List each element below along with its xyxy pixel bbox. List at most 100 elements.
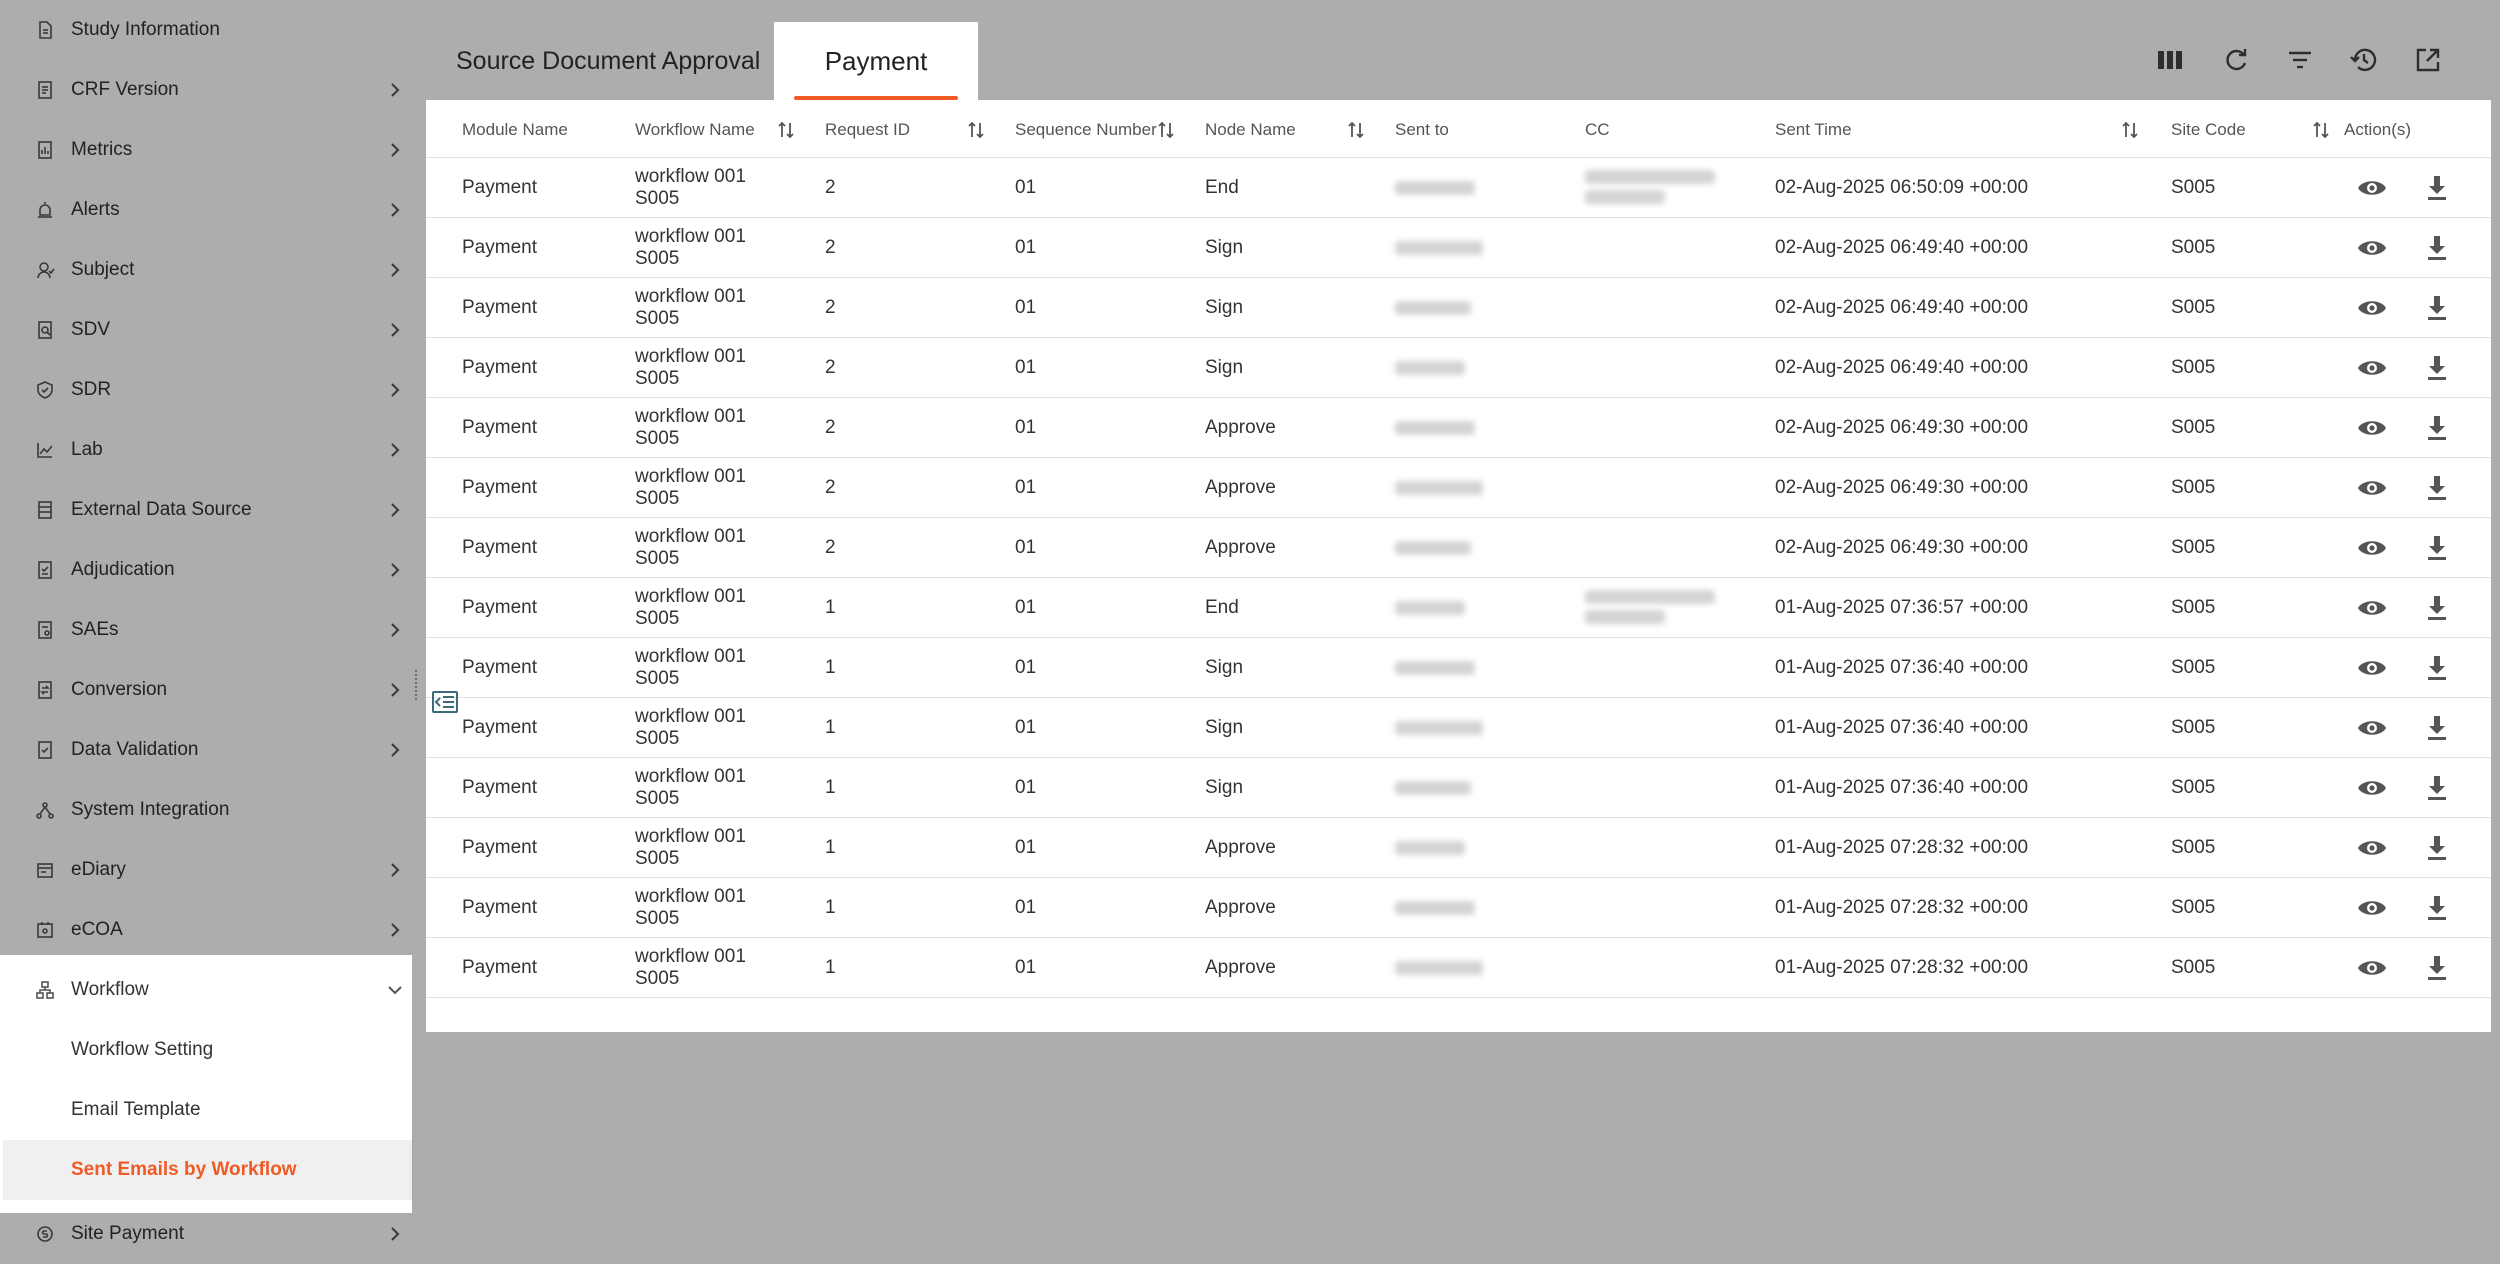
sort-icon[interactable] (776, 118, 796, 142)
view-icon[interactable] (2356, 774, 2388, 802)
download-icon[interactable] (2421, 414, 2453, 442)
sidebar-item-ecoa[interactable]: eCOA (3, 900, 426, 960)
table-row[interactable]: Payment workflow 001 S005 2 01 Sign 02-Au… (426, 338, 2491, 398)
cell-sequence-number: 01 (1015, 237, 1037, 258)
cell-request-id: 2 (825, 417, 836, 438)
download-icon[interactable] (2421, 174, 2453, 202)
view-icon[interactable] (2356, 354, 2388, 382)
redacted-sent-to (1395, 241, 1483, 255)
table-row[interactable]: Payment workflow 001 S005 2 01 End 02-Aug… (426, 158, 2491, 218)
filter-icon[interactable] (2284, 44, 2316, 76)
collapse-sidebar-icon[interactable] (432, 690, 458, 714)
table-row[interactable]: Payment workflow 001 S005 2 01 Approve 02… (426, 518, 2491, 578)
download-icon[interactable] (2421, 654, 2453, 682)
view-icon[interactable] (2356, 534, 2388, 562)
tab-payment[interactable]: Payment (774, 22, 978, 100)
download-icon[interactable] (2421, 894, 2453, 922)
sidebar-subitem-workflow-setting[interactable]: Workflow Setting (3, 1020, 413, 1080)
download-icon[interactable] (2421, 714, 2453, 742)
table-row[interactable]: Payment workflow 001 S005 1 01 Approve 01… (426, 818, 2491, 878)
download-icon[interactable] (2421, 234, 2453, 262)
table-row[interactable]: Payment workflow 001 S005 1 01 Sign 01-Au… (426, 698, 2491, 758)
sort-icon[interactable] (1346, 118, 1366, 142)
columns-icon[interactable] (2154, 44, 2186, 76)
table-row[interactable]: Payment workflow 001 S005 1 01 Approve 01… (426, 878, 2491, 938)
col-cc[interactable]: CC (1585, 120, 1610, 140)
sidebar-item-subject[interactable]: Subject (3, 240, 426, 300)
sidebar-item-adjudication[interactable]: Adjudication (3, 540, 426, 600)
workflow-name-line1: workflow 001 (635, 526, 746, 547)
sidebar-item-metrics[interactable]: Metrics (3, 120, 426, 180)
view-icon[interactable] (2356, 714, 2388, 742)
workflow-name-line1: workflow 001 (635, 406, 746, 427)
sidebar-item-crf-version[interactable]: CRF Version (3, 60, 426, 120)
cell-module-name: Payment (462, 297, 537, 318)
refresh-icon[interactable] (2220, 44, 2252, 76)
sidebar-subitem-label: Workflow Setting (71, 1039, 214, 1060)
col-sequence-number[interactable]: Sequence Number (1015, 120, 1157, 140)
view-icon[interactable] (2356, 594, 2388, 622)
sidebar-item-system-integration[interactable]: System Integration (3, 780, 426, 840)
view-icon[interactable] (2356, 294, 2388, 322)
view-icon[interactable] (2356, 894, 2388, 922)
col-sent-to[interactable]: Sent to (1395, 120, 1449, 140)
cell-node-name: Approve (1205, 897, 1276, 918)
download-icon[interactable] (2421, 474, 2453, 502)
col-node-name[interactable]: Node Name (1205, 120, 1296, 140)
download-icon[interactable] (2421, 354, 2453, 382)
sidebar-item-sdv[interactable]: SDV (3, 300, 426, 360)
sidebar-item-workflow[interactable]: Workflow (3, 960, 426, 1020)
sort-icon[interactable] (966, 118, 986, 142)
sidebar-item-external-data-source[interactable]: External Data Source (3, 480, 426, 540)
redacted-sent-to (1395, 781, 1471, 795)
download-icon[interactable] (2421, 774, 2453, 802)
sidebar-item-conversion[interactable]: Conversion (3, 660, 426, 720)
table-row[interactable]: Payment workflow 001 S005 1 01 Approve 01… (426, 938, 2491, 998)
sidebar-subitem-email-template[interactable]: Email Template (3, 1080, 413, 1140)
table-row[interactable]: Payment workflow 001 S005 2 01 Sign 02-Au… (426, 278, 2491, 338)
sidebar-subitem-sent-emails-by-workflow[interactable]: Sent Emails by Workflow (3, 1140, 413, 1200)
table-row[interactable]: Payment workflow 001 S005 1 01 End 01-Aug… (426, 578, 2491, 638)
cell-module-name: Payment (462, 177, 537, 198)
download-icon[interactable] (2421, 954, 2453, 982)
sort-icon[interactable] (2311, 118, 2331, 142)
table-row[interactable]: Payment workflow 001 S005 1 01 Sign 01-Au… (426, 638, 2491, 698)
sidebar-item-saes[interactable]: SAEs (3, 600, 426, 660)
download-icon[interactable] (2421, 294, 2453, 322)
col-module-name[interactable]: Module Name (462, 120, 568, 140)
sort-icon[interactable] (1156, 118, 1176, 142)
col-workflow-name[interactable]: Workflow Name (635, 120, 755, 140)
tab-source-document-approval[interactable]: Source Document Approval (456, 22, 796, 100)
sidebar-item-study-information[interactable]: Study Information (3, 0, 426, 60)
sent-emails-table: Module Name Workflow Name Request ID Seq… (426, 100, 2491, 1032)
view-icon[interactable] (2356, 174, 2388, 202)
download-icon[interactable] (2421, 594, 2453, 622)
sidebar-item-sdr[interactable]: SDR (3, 360, 426, 420)
view-icon[interactable] (2356, 414, 2388, 442)
cell-site-code: S005 (2171, 897, 2216, 918)
table-row[interactable]: Payment workflow 001 S005 2 01 Approve 02… (426, 458, 2491, 518)
table-row[interactable]: Payment workflow 001 S005 2 01 Sign 02-Au… (426, 218, 2491, 278)
sidebar-item-ediary[interactable]: eDiary (3, 840, 426, 900)
table-row[interactable]: Payment workflow 001 S005 1 01 Sign 01-Au… (426, 758, 2491, 818)
sidebar-item-alerts[interactable]: Alerts (3, 180, 426, 240)
history-icon[interactable] (2348, 44, 2380, 76)
col-site-code[interactable]: Site Code (2171, 120, 2246, 140)
table-row[interactable]: Payment workflow 001 S005 2 01 Approve 02… (426, 398, 2491, 458)
col-sent-time[interactable]: Sent Time (1775, 120, 1852, 140)
view-icon[interactable] (2356, 954, 2388, 982)
sidebar-item-lab[interactable]: Lab (3, 420, 426, 480)
view-icon[interactable] (2356, 834, 2388, 862)
sidebar-item-data-validation[interactable]: Data Validation (3, 720, 426, 780)
sidebar-item-site-payment[interactable]: Site Payment (3, 1204, 426, 1264)
sidebar-item-label: SDV (71, 319, 111, 340)
col-request-id[interactable]: Request ID (825, 120, 910, 140)
view-icon[interactable] (2356, 654, 2388, 682)
download-icon[interactable] (2421, 534, 2453, 562)
export-icon[interactable] (2412, 44, 2444, 76)
sidebar-resize-handle[interactable] (413, 668, 419, 708)
view-icon[interactable] (2356, 474, 2388, 502)
download-icon[interactable] (2421, 834, 2453, 862)
view-icon[interactable] (2356, 234, 2388, 262)
sort-icon[interactable] (2120, 118, 2140, 142)
